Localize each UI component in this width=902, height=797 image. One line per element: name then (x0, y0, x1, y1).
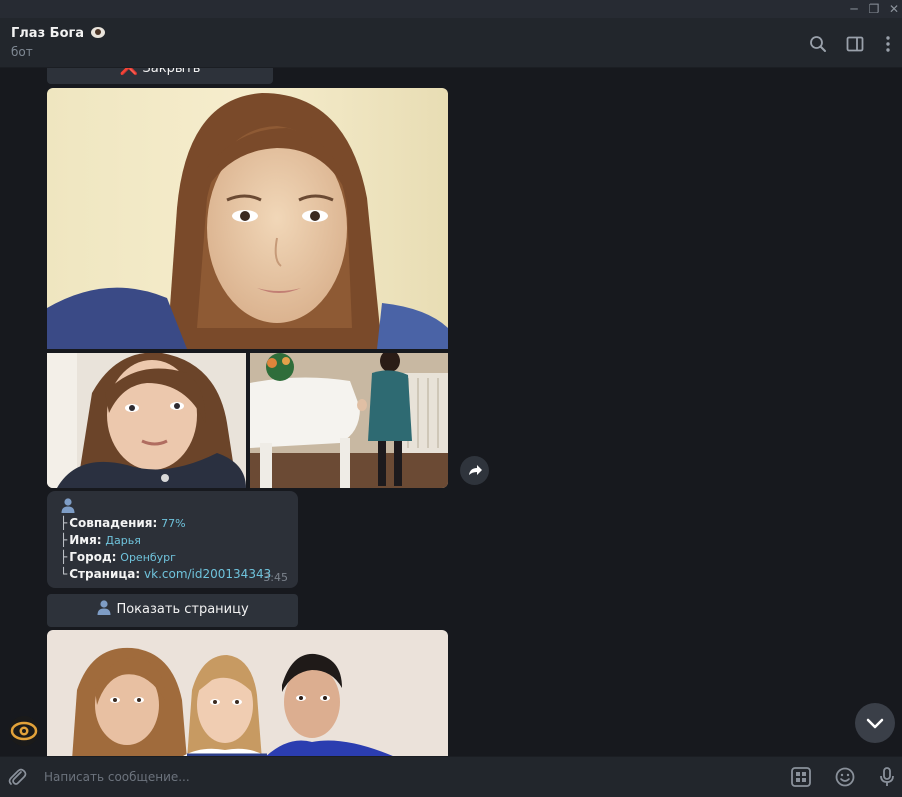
show-page-label: Показать страницу (116, 602, 249, 617)
close-window-button[interactable]: ✕ (886, 1, 902, 17)
maximize-button[interactable]: ❐ (866, 1, 882, 17)
emoji-icon[interactable] (834, 766, 856, 788)
keyboard-icon[interactable] (790, 766, 812, 788)
search-icon[interactable] (808, 34, 828, 54)
minimize-button[interactable]: ─ (846, 1, 862, 17)
photo-small-right-image (250, 353, 448, 488)
chat-title-text: Глаз Бога (11, 26, 85, 41)
page-row: └ Страница: vk.com/id200134343 (60, 567, 272, 581)
close-inline-label: Закрыть (142, 68, 201, 76)
messages-area[interactable]: ❌ Закрыть (0, 68, 902, 756)
matches-row: ├ Совпадения: 77% (60, 516, 186, 530)
result-message-bubble[interactable]: ├ Совпадения: 77% ├ Имя: Дарья ├ Город: Оре… (47, 491, 298, 588)
message-input[interactable] (44, 768, 744, 786)
photo-large-image (47, 88, 448, 349)
chevron-down-icon (866, 718, 884, 729)
photo-small-left-image (47, 353, 246, 488)
matches-label: Совпадения: (69, 516, 158, 530)
page-link[interactable]: vk.com/id200134343 (144, 567, 271, 581)
eye-icon (90, 27, 105, 38)
chat-header[interactable]: Глаз Бога бот (0, 18, 902, 68)
sidebar-toggle-icon[interactable] (845, 34, 865, 54)
attach-icon[interactable] (6, 766, 28, 788)
person-icon (61, 498, 75, 513)
share-button[interactable] (460, 456, 489, 485)
scroll-down-button[interactable] (855, 703, 895, 743)
photo-group[interactable] (47, 630, 448, 756)
city-label: Город: (69, 550, 117, 564)
matches-value: 77% (161, 517, 186, 530)
name-value: Дарья (105, 534, 141, 547)
microphone-icon[interactable] (876, 766, 898, 788)
share-icon (469, 465, 482, 475)
eye-logo-icon (9, 716, 39, 746)
chat-subtitle: бот (11, 45, 33, 59)
name-label: Имя: (69, 533, 102, 547)
close-x-icon: ❌ (120, 68, 139, 76)
page-label: Страница: (69, 567, 141, 581)
more-vertical-icon[interactable] (878, 34, 898, 54)
photo-small-right[interactable] (250, 353, 448, 488)
message-time: 3:45 (263, 571, 288, 584)
message-composer (0, 756, 902, 797)
close-inline-button[interactable]: ❌ Закрыть (47, 68, 273, 84)
person-icon (97, 600, 111, 615)
window-titlebar: ─ ❐ ✕ (0, 0, 902, 18)
city-value: Оренбург (120, 551, 176, 564)
show-page-button[interactable]: Показать страницу (47, 594, 298, 627)
photo-small-left[interactable] (47, 353, 246, 488)
city-row: ├ Город: Оренбург (60, 550, 176, 564)
bot-avatar[interactable] (9, 716, 39, 746)
photo-large[interactable] (47, 88, 448, 349)
photo-group-image (47, 630, 448, 756)
chat-title[interactable]: Глаз Бога (11, 26, 105, 41)
name-row: ├ Имя: Дарья (60, 533, 141, 547)
